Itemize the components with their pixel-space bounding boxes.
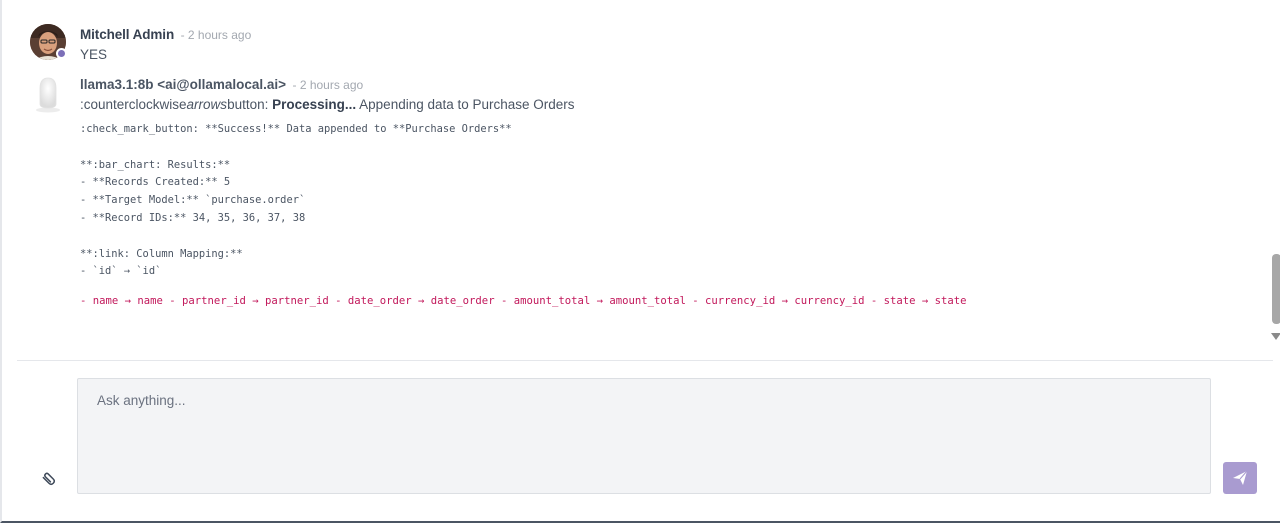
message-ai-assistant: llama3.1:8b <ai@ollamalocal.ai> - 2 hour…: [30, 74, 575, 113]
code-line: - **Target Model:** `purchase.order`: [80, 194, 306, 207]
code-line: - **Records Created:** 5: [80, 176, 231, 189]
scroll-down-arrow-icon[interactable]: [1271, 333, 1280, 340]
ai-avatar-icon: [36, 77, 60, 113]
composer-box: [77, 378, 1211, 494]
send-button[interactable]: [1223, 462, 1257, 494]
avatar[interactable]: [30, 24, 67, 60]
code-line: **:link: Column Mapping:**: [80, 247, 243, 260]
code-line: ​: [80, 228, 512, 246]
code-line: - `id` → `id`: [80, 265, 162, 278]
message-author[interactable]: Mitchell Admin: [80, 27, 174, 42]
status-rest: Appending data to Purchase Orders: [356, 97, 575, 112]
code-line: :check_mark_button: **Success!** Data ap…: [80, 123, 512, 135]
column-mapping-line: - name → name - partner_id → partner_id …: [80, 295, 967, 307]
message-timestamp: - 2 hours ago: [180, 28, 252, 42]
paperclip-icon[interactable]: [40, 470, 58, 488]
status-suffix: button:: [227, 97, 273, 112]
status-prefix: :counterclockwise: [80, 97, 187, 112]
message-input[interactable]: [78, 379, 1210, 493]
composer-divider: [17, 360, 1273, 361]
scrollbar-thumb[interactable]: [1272, 254, 1280, 324]
status-processing: Processing...: [272, 97, 357, 112]
avatar[interactable]: [30, 74, 66, 113]
code-line: - **Record IDs:** 34, 35, 36, 37, 38: [80, 211, 306, 224]
message-text: YES: [80, 47, 108, 62]
message-timestamp: - 2 hours ago: [292, 78, 364, 92]
code-line: ​: [80, 139, 512, 157]
message-thread: Mitchell Admin - 2 hours ago YES llama3.…: [2, 0, 1268, 360]
message-body: Mitchell Admin - 2 hours ago YES: [80, 26, 251, 62]
thread-scrollbar[interactable]: [1270, 0, 1280, 348]
message-body: llama3.1:8b <ai@ollamalocal.ai> - 2 hour…: [80, 76, 575, 112]
message-author[interactable]: llama3.1:8b <ai@ollamalocal.ai>: [80, 77, 286, 92]
message-status-line: :counterclockwisearrowsbutton: Processin…: [80, 97, 575, 112]
message-code-block: :check_mark_button: **Success!** Data ap…: [80, 121, 512, 281]
online-status-dot: [56, 48, 67, 59]
chat-panel: Mitchell Admin - 2 hours ago YES llama3.…: [0, 0, 1280, 523]
paper-plane-icon: [1233, 470, 1248, 485]
status-italic: arrows: [186, 97, 228, 112]
code-line: **:bar_chart: Results:**: [80, 158, 231, 171]
